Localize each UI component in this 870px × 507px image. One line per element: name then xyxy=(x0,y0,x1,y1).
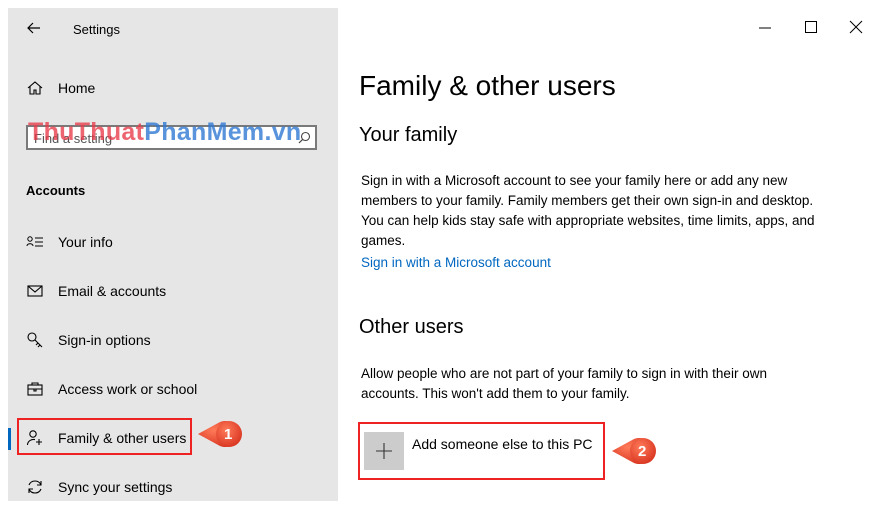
sidebar-item-your-info[interactable]: Your info xyxy=(8,222,338,262)
sync-icon xyxy=(26,478,44,496)
add-someone-label: Add someone else to this PC xyxy=(412,436,593,452)
window-title: Settings xyxy=(73,22,120,37)
callout-number-2: 2 xyxy=(638,443,647,460)
sidebar-item-label: Access work or school xyxy=(58,381,198,397)
person-add-icon xyxy=(26,429,44,447)
sidebar-item-label: Sync your settings xyxy=(58,479,173,495)
sidebar-item-home[interactable]: Home xyxy=(8,68,338,108)
sidebar-item-label: Family & other users xyxy=(58,430,187,446)
sidebar: Settings Home ThuThuatPhanMem.vn Account… xyxy=(8,8,338,501)
sidebar-item-email-accounts[interactable]: Email & accounts xyxy=(8,271,338,311)
your-family-description: Sign in with a Microsoft account to see … xyxy=(361,173,815,248)
mail-icon xyxy=(26,282,44,300)
briefcase-icon xyxy=(26,380,44,398)
back-arrow-icon[interactable] xyxy=(26,20,42,36)
sign-in-microsoft-link[interactable]: Sign in with a Microsoft account xyxy=(361,255,551,270)
search-box[interactable] xyxy=(26,125,317,150)
key-icon xyxy=(26,331,44,349)
add-someone-button[interactable]: Add someone else to this PC xyxy=(364,426,598,476)
close-icon[interactable] xyxy=(849,20,863,34)
search-input[interactable] xyxy=(32,129,291,148)
your-family-heading: Your family xyxy=(359,124,458,146)
search-icon[interactable] xyxy=(298,131,311,144)
home-icon xyxy=(26,79,44,97)
sidebar-item-label: Email & accounts xyxy=(58,283,167,299)
plus-icon xyxy=(376,443,392,459)
page-title: Family & other users xyxy=(359,70,616,101)
sidebar-item-label: Home xyxy=(58,80,96,96)
active-indicator xyxy=(8,428,11,450)
other-users-description: Allow people who are not part of your fa… xyxy=(361,366,767,401)
sidebar-item-label: Sign-in options xyxy=(58,332,151,348)
sidebar-item-access-work[interactable]: Access work or school xyxy=(8,369,338,409)
other-users-heading: Other users xyxy=(359,316,464,338)
sidebar-item-family-other-users[interactable]: Family & other users xyxy=(8,418,338,458)
sidebar-item-sign-in-options[interactable]: Sign-in options xyxy=(8,320,338,360)
callout-number-1: 1 xyxy=(224,426,233,443)
maximize-icon[interactable] xyxy=(804,20,818,34)
sidebar-item-label: Your info xyxy=(58,234,113,250)
section-title-accounts: Accounts xyxy=(26,183,86,198)
person-lines-icon xyxy=(26,233,44,251)
minimize-icon[interactable] xyxy=(758,20,772,34)
add-tile xyxy=(364,432,404,470)
sidebar-item-sync[interactable]: Sync your settings xyxy=(8,467,338,507)
